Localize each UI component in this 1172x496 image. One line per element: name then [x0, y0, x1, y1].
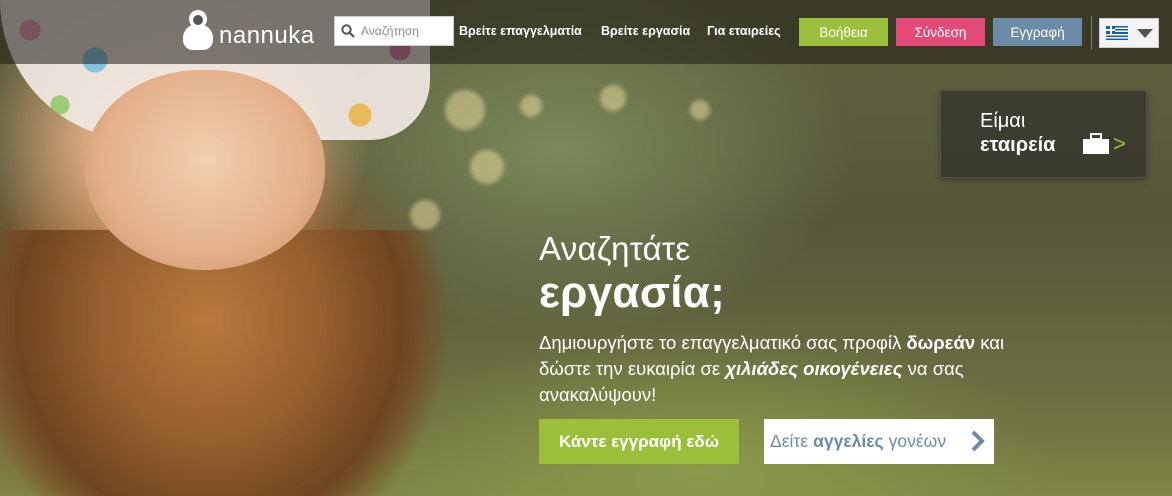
hero-heading-line2: εργασία;	[539, 268, 726, 317]
hero-photo-hair	[0, 230, 470, 496]
nannuka-logo-icon	[183, 10, 213, 52]
search-box	[334, 16, 454, 46]
nav-find-professional[interactable]: Βρείτε επαγγελματία	[459, 24, 582, 38]
company-panel-line2: εταιρεία	[980, 134, 1056, 156]
briefcase-icon	[1083, 133, 1109, 154]
chevron-right-icon	[971, 430, 985, 452]
brand-name: nannuka	[219, 22, 315, 49]
chevron-down-icon	[1137, 28, 1153, 38]
cta-ads-post: γονέων	[888, 431, 947, 451]
register-button[interactable]: Εγγραφή	[993, 18, 1082, 46]
search-icon[interactable]	[335, 17, 361, 45]
cta-parent-ads-button[interactable]: Δείτε αγγελίες γονέων	[764, 419, 994, 464]
language-selector[interactable]	[1099, 18, 1159, 48]
company-panel-button[interactable]: Είμαι εταιρεία >	[940, 90, 1147, 178]
hero-desc-free: δωρεάν	[906, 332, 976, 353]
hero-desc-text: Δημιουργήστε το επαγγελματικό σας προφίλ	[539, 332, 907, 353]
greek-flag-icon	[1106, 26, 1128, 40]
nav-for-companies[interactable]: Για εταιρείες	[707, 24, 781, 38]
bokeh-light	[470, 150, 504, 184]
chevron-right-icon: >	[1113, 131, 1126, 156]
cta-register-button[interactable]: Κάντε εγγραφή εδώ	[539, 419, 739, 464]
hero-photo-face	[85, 70, 325, 270]
cta-ads-bold: αγγελίες	[813, 431, 884, 451]
search-input[interactable]	[361, 17, 451, 45]
nav-divider	[1091, 16, 1092, 50]
bokeh-light	[690, 100, 710, 120]
help-button[interactable]: Βοήθεια	[799, 18, 888, 46]
bokeh-light	[520, 95, 542, 117]
login-button[interactable]: Σύνδεση	[896, 18, 985, 46]
bokeh-light	[445, 90, 485, 130]
hero-description: Δημιουργήστε το επαγγελματικό σας προφίλ…	[539, 330, 1009, 408]
bokeh-light	[600, 85, 626, 111]
hero-desc-families: χιλιάδες οικογένειες	[725, 358, 903, 379]
bokeh-light	[410, 200, 440, 230]
hero-heading-line1: Αναζητάτε	[539, 230, 691, 267]
nav-find-job[interactable]: Βρείτε εργασία	[601, 24, 690, 38]
brand-logo[interactable]: nannuka	[183, 8, 315, 52]
company-panel-line1: Είμαι	[980, 110, 1026, 132]
cta-ads-pre: Δείτε	[770, 431, 809, 451]
top-navbar: nannuka Βρείτε επαγγελματία Βρείτε εργασ…	[0, 0, 1172, 64]
